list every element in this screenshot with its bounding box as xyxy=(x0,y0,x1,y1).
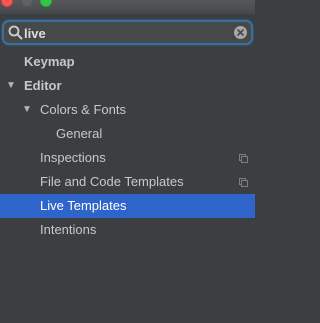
settings-window: Keymap ▼ Editor ▼ Colors & Fonts General… xyxy=(0,0,255,323)
project-settings-icon xyxy=(239,178,248,187)
tree-item-general[interactable]: General xyxy=(0,122,255,146)
tree-item-keymap[interactable]: Keymap xyxy=(0,50,255,74)
zoom-window-button[interactable] xyxy=(40,0,52,7)
tree-item-intentions[interactable]: Intentions xyxy=(0,218,255,242)
clear-icon[interactable] xyxy=(234,26,247,39)
tree-item-label: Intentions xyxy=(40,222,97,237)
tree-item-file-code-templates[interactable]: File and Code Templates xyxy=(0,170,255,194)
tree-item-live-templates[interactable]: Live Templates xyxy=(0,194,255,218)
search-input[interactable] xyxy=(24,24,224,42)
expand-arrow-icon[interactable]: ▼ xyxy=(6,74,16,98)
search-icon xyxy=(8,25,23,40)
tree-item-inspections[interactable]: Inspections xyxy=(0,146,255,170)
project-settings-icon xyxy=(239,154,248,163)
tree-item-colors-fonts[interactable]: ▼ Colors & Fonts xyxy=(0,98,255,122)
minimize-window-button[interactable] xyxy=(21,0,33,7)
tree-item-label: Keymap xyxy=(24,54,75,69)
title-bar xyxy=(0,0,255,14)
tree-item-editor[interactable]: ▼ Editor xyxy=(0,74,255,98)
tree-item-label: Editor xyxy=(24,78,62,93)
close-window-button[interactable] xyxy=(1,0,13,7)
settings-tree: Keymap ▼ Editor ▼ Colors & Fonts General… xyxy=(0,50,255,242)
tree-item-label: General xyxy=(56,126,103,141)
tree-item-label: Inspections xyxy=(40,150,106,165)
tree-item-label: Colors & Fonts xyxy=(40,102,126,117)
tree-item-label: File and Code Templates xyxy=(40,174,184,189)
search-field[interactable] xyxy=(2,20,253,45)
tree-item-label: Live Templates xyxy=(40,198,127,213)
expand-arrow-icon[interactable]: ▼ xyxy=(22,98,32,122)
